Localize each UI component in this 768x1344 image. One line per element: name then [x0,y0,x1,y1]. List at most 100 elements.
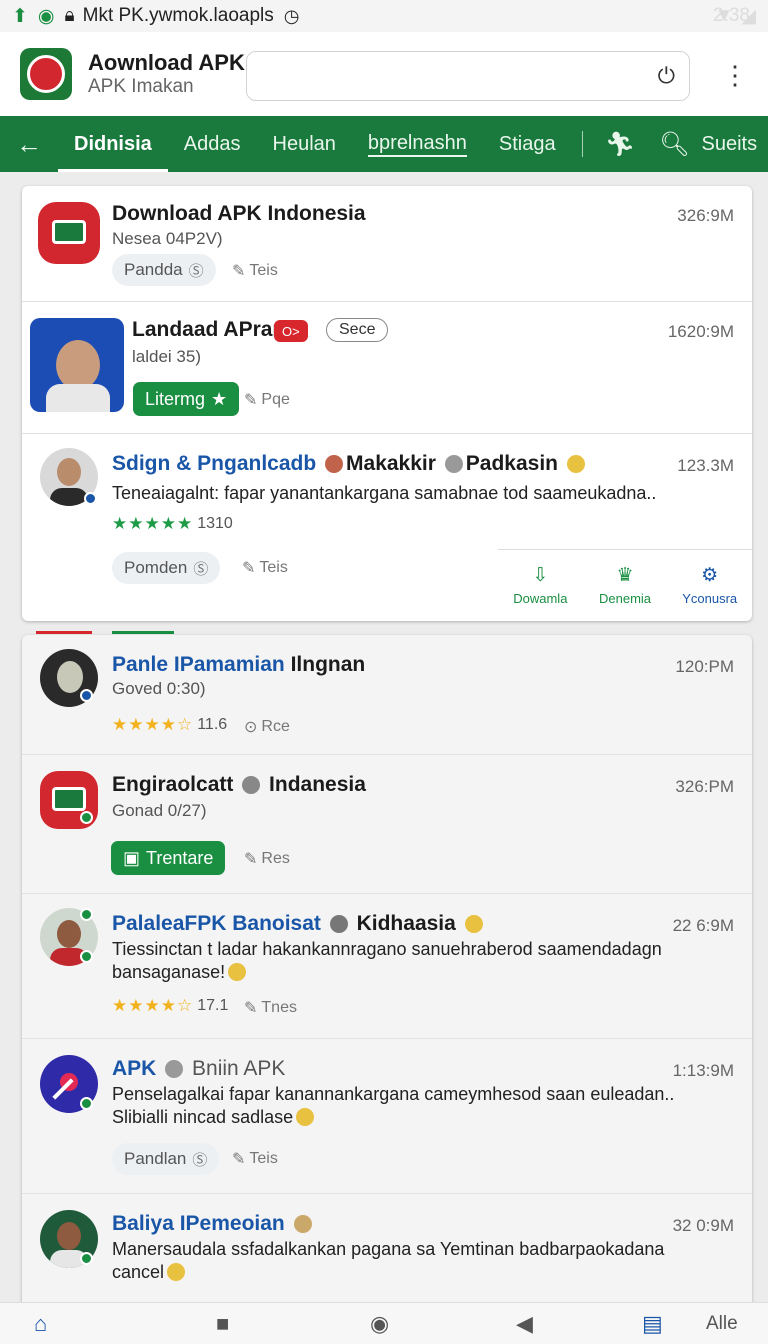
tag-icon: Ⓢ [193,560,209,578]
tab-separator [581,131,583,157]
install-button[interactable]: ▣ Trentare [111,841,226,875]
online-dot [80,1097,93,1110]
edit-link[interactable]: ✎ Res [244,849,290,869]
hot-badge: O> [274,320,308,342]
pencil-icon: ✎ [232,263,246,280]
rating-stars: ★★★★☆ [112,996,194,1015]
app-size: 326:9M [677,206,734,225]
emoji-icon [242,776,261,794]
edit-link[interactable]: ✎ Pqe [244,390,290,410]
download-action[interactable]: ⇩ Dowamla [498,550,583,619]
list-item[interactable]: Sdign & Pnganlcadb Makakkir Padkasin Ten… [22,434,752,621]
runner-icon[interactable]: 🏃︎ [593,130,647,159]
app-description: Tiessinctan t ladar hakankannragano sanu… [112,939,662,983]
tag-chip[interactable]: Pomden Ⓢ [112,552,221,584]
clock-icon: ◷ [283,5,300,26]
app-meta: Nesea 04P2V) [112,229,223,248]
tab-3[interactable]: bprelnashn [352,116,483,172]
emoji-icon [329,915,348,933]
target-icon: ⊙ [244,719,258,736]
pencil-icon: ✎ [244,1000,258,1017]
app-size: 32 0:9M [672,1216,734,1235]
emoji-icon [464,915,483,933]
app-subtitle: APK Imakan [88,75,194,97]
online-dot [80,811,93,824]
calendar-icon[interactable]: ▤ [642,1311,663,1337]
back-icon[interactable]: ◀ [516,1311,533,1337]
edit-link[interactable]: ✎ Teis [242,558,288,578]
app-icon [38,202,100,264]
tab-2[interactable]: Heulan [257,116,352,172]
info-link[interactable]: ⊙ Rce [244,717,290,737]
tab-1[interactable]: Addas [168,116,257,172]
item-actions: ⇩ Dowamla ♛ Denemia ⚙ Yconusra [498,549,752,619]
gear-icon: ⚙ [701,564,719,586]
rating-stars: ★★★★★ [112,514,194,533]
edit-link[interactable]: ✎ Tnes [244,998,297,1018]
app-list-card-1: Download APK Indonesia Nesea 04P2V) 326:… [22,186,752,621]
install-button[interactable]: Litermg ★ [133,382,240,416]
app-size: 22 6:9M [672,916,734,935]
list-item[interactable]: Baliya IPemeoian Manersaudala ssfadalkan… [22,1194,752,1315]
search-box[interactable]: ⏻ [246,51,690,101]
app-list-card-2: Panle IPamamian Ilngnan Goved 0:30) 120:… [22,635,752,1315]
settings-action[interactable]: ⚙ Yconusra [667,550,752,619]
app-name: PalaleaFPK Banoisat Kidhaasia [112,912,486,936]
edit-link[interactable]: ✎ Teis [232,1149,278,1169]
tab-search-label[interactable]: Sueits [702,133,758,156]
list-item[interactable]: PalaleaFPK Banoisat Kidhaasia Tiessincta… [22,894,752,1039]
app-name: Download APK Indonesia [112,202,366,225]
search-input[interactable] [261,65,658,87]
list-item[interactable]: APK Bniin APK Penselagalkai fapar kanann… [22,1039,752,1194]
emoji-icon [325,455,344,473]
app-meta: laldei 35) [132,347,201,366]
rating-stars: ★★★★☆ [112,715,194,734]
tag-badge[interactable]: Sece [326,318,389,342]
home-icon[interactable]: ⌂ [34,1311,47,1337]
online-dot [80,950,93,963]
bottom-nav-label[interactable]: Alle [706,1313,738,1335]
tag-icon: Ⓢ [188,262,204,280]
circle-home-icon[interactable]: ◉ [370,1311,389,1337]
tab-bar: ← Didnisia Addas Heulan bprelnashn Stiag… [0,116,768,172]
app-header: Aownload APK APK Imakan ⏻ ⋮ [0,32,768,116]
emoji-icon [228,963,247,982]
tag-icon: Ⓢ [192,1151,208,1169]
app-name: Engiraolcatt Indanesia [112,773,366,796]
recents-icon[interactable]: ■ [216,1311,229,1337]
list-item[interactable]: Landaad APran O> Sece laldei 35) 1620:9M… [22,302,752,434]
app-size: 1:13:9M [672,1061,734,1080]
emoji-icon [293,1215,312,1233]
emoji-icon [566,455,585,473]
list-item[interactable]: Engiraolcatt Indanesia Gonad 0/27) 326:P… [22,755,752,894]
app-name: Panle IPamamian Ilngnan [112,653,366,676]
pencil-icon: ✎ [244,392,258,409]
crown-action[interactable]: ♛ Denemia [583,550,668,619]
list-item[interactable]: Download APK Indonesia Nesea 04P2V) 326:… [22,186,752,302]
app-icon [30,318,124,412]
status-title: Mkt PK.ywmok.laoapls [82,5,274,26]
list-item[interactable]: Panle IPamamian Ilngnan Goved 0:30) 120:… [22,635,752,755]
search-icon[interactable]: 🔍︎ [647,130,701,159]
app-name: APK Bniin APK [112,1057,286,1080]
rating: ★★★★☆ 17.1 [112,996,229,1015]
back-arrow-icon[interactable]: ← [0,129,58,160]
online-dot [80,908,93,921]
divider-green [112,631,174,634]
tag-chip[interactable]: Pandda Ⓢ [112,254,216,286]
verified-dot [84,492,97,505]
rating: ★★★★☆ 11.6 [112,715,228,734]
more-options-icon[interactable]: ⋮ [722,60,748,91]
tab-0[interactable]: Didnisia [58,116,168,172]
tab-4[interactable]: Stiaga [483,116,572,172]
app-size: 326:PM [675,777,734,796]
tag-chip[interactable]: Pandlan Ⓢ [112,1143,220,1175]
online-dot [80,1252,93,1265]
app-logo[interactable] [20,48,72,100]
app-description: Manersaudala ssfadalkankan pagana sa Yem… [112,1239,665,1283]
emoji-icon [167,1263,186,1282]
rating: ★★★★★ 1310 [112,514,233,533]
power-icon[interactable]: ⏻ [658,63,675,89]
edit-link[interactable]: ✎ Teis [232,261,278,281]
star-icon: ★ [211,388,228,409]
